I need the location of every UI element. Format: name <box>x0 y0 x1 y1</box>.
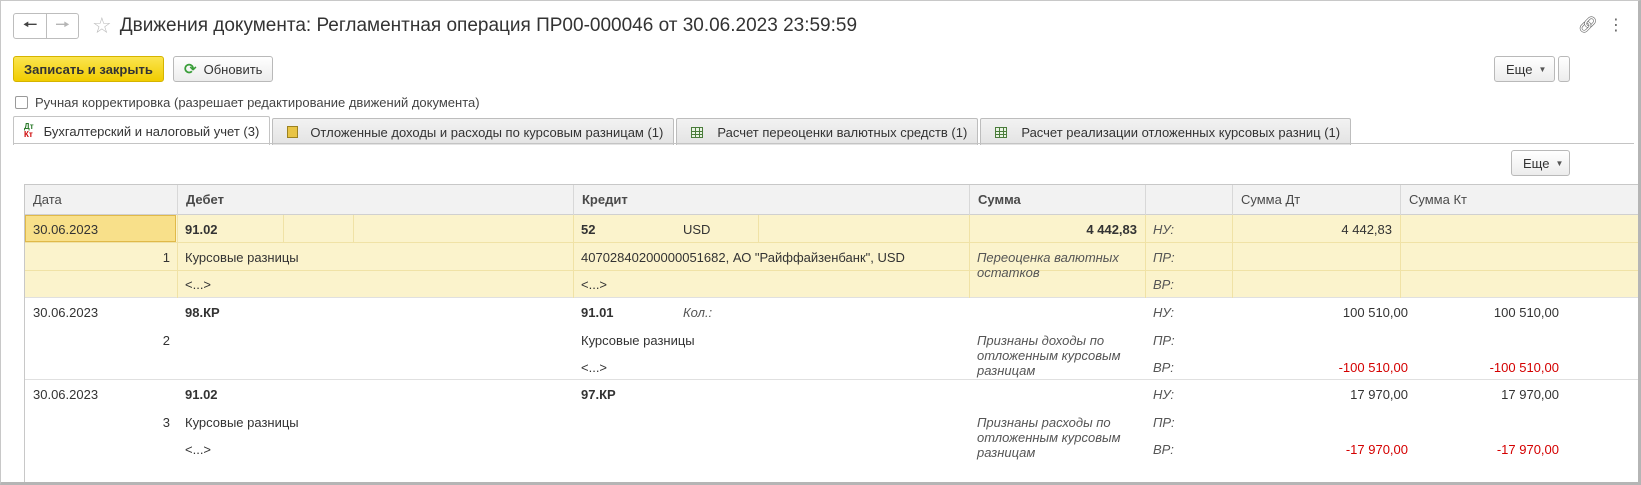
document-movements-window: 🠔 🠖 ☆ Движения документа: Регламентная о… <box>0 0 1641 485</box>
back-button[interactable]: 🠔 <box>14 14 46 38</box>
entry-date: 30.06.2023 <box>33 387 99 402</box>
tab-label: Расчет переоценки валютных средств (1) <box>717 124 968 140</box>
tab-deferred-income[interactable]: Отложенные доходы и расходы по курсовым … <box>272 118 675 145</box>
pr-label: ПР: <box>1153 333 1175 348</box>
entry-date: 30.06.2023 <box>33 305 99 320</box>
debit-subconto-2: <...> <box>185 277 212 292</box>
grid-icon <box>691 126 704 138</box>
nu-amount-kt: 100 510,00 <box>1493 305 1559 320</box>
credit-subconto-1: 40702840200000051682, АО "Райффайзенбанк… <box>581 250 905 265</box>
credit-subconto-2: <...> <box>581 360 608 375</box>
caret-down-icon: ▼ <box>1555 158 1564 168</box>
vr-label: ВР: <box>1153 277 1174 292</box>
entry-number: 2 <box>162 333 170 348</box>
credit-account: 91.01 <box>581 305 614 320</box>
tab-accounting[interactable]: Дт Кт Бухгалтерский и налоговый учет (3) <box>13 116 271 145</box>
entry-number: 1 <box>162 250 170 265</box>
credit-currency: USD <box>683 222 711 237</box>
vr-amount-kt: -17 970,00 <box>1496 442 1559 457</box>
nav-buttons: 🠔 🠖 <box>13 13 79 39</box>
more-vertical-icon[interactable]: ⋮ <box>1608 15 1624 35</box>
vr-amount-dt: -100 510,00 <box>1338 360 1408 375</box>
col-amount[interactable]: Сумма <box>969 185 1145 215</box>
quantity-label: Кол.: <box>683 305 713 320</box>
debit-subconto-2: <...> <box>185 442 212 457</box>
table-more-label: Еще <box>1523 155 1550 171</box>
nu-amount-dt: 100 510,00 <box>1342 305 1408 320</box>
table-row[interactable]: 30.06.2023 1 91.02 Курсовые разницы <...… <box>25 215 1638 298</box>
debit-subconto-1: Курсовые разницы <box>185 250 299 265</box>
caret-down-icon: ▼ <box>1538 64 1547 74</box>
more-label: Еще <box>1506 61 1533 77</box>
arrow-right-icon: 🠖 <box>55 14 70 34</box>
save-and-close-label: Записать и закрыть <box>24 61 153 77</box>
vr-label: ВР: <box>1153 442 1174 457</box>
pr-label: ПР: <box>1153 415 1175 430</box>
tab-label: Отложенные доходы и расходы по курсовым … <box>310 124 664 140</box>
col-debit[interactable]: Дебет <box>177 185 573 215</box>
page-title: Движения документа: Регламентная операци… <box>119 15 858 36</box>
vr-label: ВР: <box>1153 360 1174 375</box>
tab-currency-revaluation[interactable]: Расчет переоценки валютных средств (1) <box>676 118 979 145</box>
tab-label: Расчет реализации отложенных курсовых ра… <box>1021 124 1341 140</box>
manual-edit-checkbox[interactable] <box>15 96 28 109</box>
debit-account: 91.02 <box>185 222 218 237</box>
entry-description: Признаны доходы по отложенным курсовым р… <box>977 333 1121 378</box>
nu-label: НУ: <box>1153 387 1175 402</box>
refresh-label: Обновить <box>203 61 263 77</box>
entries-table[interactable]: Дата Дебет Кредит Сумма Сумма Дт Сумма К… <box>24 184 1638 482</box>
manual-edit-label: Ручная корректировка (разрешает редактир… <box>35 95 480 110</box>
tab-divider <box>13 143 1634 144</box>
refresh-icon: ⟳ <box>184 61 197 78</box>
header: 🠔 🠖 ☆ Движения документа: Регламентная о… <box>13 11 857 41</box>
col-amount-dt[interactable]: Сумма Дт <box>1232 185 1400 215</box>
extra-button[interactable] <box>1558 56 1570 82</box>
tab-label: Бухгалтерский и налоговый учет (3) <box>43 123 260 139</box>
nu-label: НУ: <box>1153 222 1175 237</box>
save-and-close-button[interactable]: Записать и закрыть <box>13 56 164 82</box>
table-more-button[interactable]: Еще ▼ <box>1511 150 1571 176</box>
col-amount-kt[interactable]: Сумма Кт <box>1400 185 1638 215</box>
entry-description: Переоценка валютных остатков <box>977 250 1119 280</box>
col-credit[interactable]: Кредит <box>573 185 969 215</box>
manual-edit-row: Ручная корректировка (разрешает редактир… <box>15 95 480 110</box>
dt-kt-icon: Дт Кт <box>24 122 34 139</box>
grid-icon <box>995 126 1008 138</box>
credit-account: 97.КР <box>581 387 616 402</box>
debit-account: 98.КР <box>185 305 220 320</box>
nu-amount-kt: 17 970,00 <box>1501 387 1559 402</box>
credit-subconto-2: <...> <box>581 277 608 292</box>
table-row[interactable]: 30.06.2023 2 98.КР 91.01 Кол.: Курсовые … <box>25 298 1638 380</box>
favorite-star-icon[interactable]: ☆ <box>92 15 112 37</box>
table-header: Дата Дебет Кредит Сумма Сумма Дт Сумма К… <box>25 185 1638 215</box>
vr-amount-dt: -17 970,00 <box>1345 442 1408 457</box>
entry-description: Признаны расходы по отложенным курсовым … <box>977 415 1121 460</box>
entry-amount: 4 442,83 <box>1086 222 1137 237</box>
link-icon[interactable]: 🔗︎ <box>1578 15 1598 35</box>
more-button[interactable]: Еще ▼ <box>1494 56 1556 82</box>
forward-button[interactable]: 🠖 <box>46 14 78 38</box>
arrow-left-icon: 🠔 <box>22 14 38 34</box>
credit-account: 52 <box>581 222 596 237</box>
credit-subconto-1: Курсовые разницы <box>581 333 695 348</box>
pr-label: ПР: <box>1153 250 1175 265</box>
nu-label: НУ: <box>1153 305 1175 320</box>
refresh-button[interactable]: ⟳ Обновить <box>173 56 274 82</box>
nu-amount-dt: 4 442,83 <box>1341 222 1392 237</box>
entry-date: 30.06.2023 <box>33 222 99 237</box>
col-accounting-type[interactable] <box>1145 185 1232 215</box>
document-icon <box>287 126 299 138</box>
nu-amount-dt: 17 970,00 <box>1350 387 1408 402</box>
debit-subconto-1: Курсовые разницы <box>185 415 299 430</box>
tab-deferred-realization[interactable]: Расчет реализации отложенных курсовых ра… <box>980 118 1352 145</box>
header-actions: 🔗︎ ⋮ <box>1578 15 1624 35</box>
entry-number: 3 <box>162 415 170 430</box>
table-row[interactable]: 30.06.2023 3 91.02 Курсовые разницы <...… <box>25 380 1638 482</box>
debit-account: 91.02 <box>185 387 218 402</box>
col-date[interactable]: Дата <box>25 185 177 215</box>
tab-bar: Дт Кт Бухгалтерский и налоговый учет (3) … <box>13 116 1353 145</box>
vr-amount-kt: -100 510,00 <box>1489 360 1559 375</box>
